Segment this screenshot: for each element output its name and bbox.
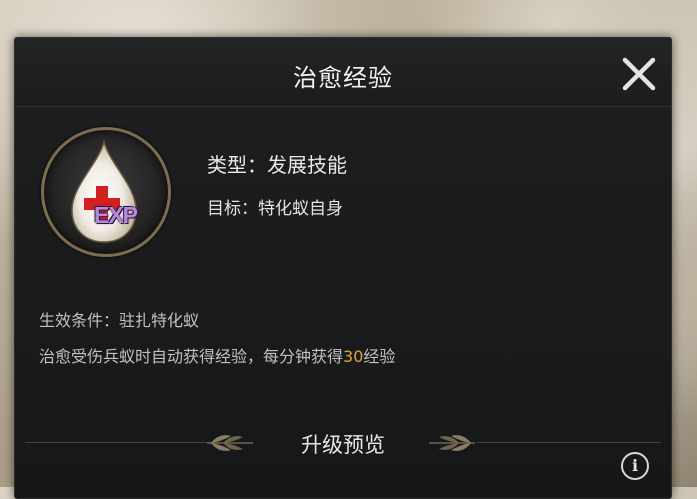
dialog-header: 治愈经验	[15, 38, 671, 107]
dialog-title: 治愈经验	[293, 64, 393, 92]
upgrade-preview-title: 升级预览	[301, 433, 385, 457]
info-button[interactable]: i	[621, 452, 649, 480]
divider-right	[477, 442, 661, 443]
exp-badge: EXP	[94, 202, 138, 228]
description-suffix: 经验	[363, 347, 396, 366]
effect-condition: 生效条件：驻扎特化蚁	[39, 311, 200, 330]
skill-icon: EXP	[41, 127, 171, 257]
skill-description: 治愈受伤兵蚁时自动获得经验，每分钟获得30经验	[39, 343, 395, 367]
skill-target: 目标：特化蚁自身	[207, 199, 343, 219]
laurel-right-icon	[429, 435, 475, 451]
exp-per-minute-value: 30	[343, 347, 364, 366]
skill-detail-dialog: 治愈经验 EXP 类型：发展技能 目标：特化蚁自身 生效条件：驻扎特化蚁 治愈受…	[14, 37, 672, 499]
skill-type: 类型：发展技能	[207, 153, 347, 177]
upgrade-preview-section: 升级预览	[15, 429, 671, 459]
close-icon	[622, 57, 656, 91]
description-text: 治愈受伤兵蚁时自动获得经验，每分钟获得	[39, 347, 344, 366]
close-button[interactable]	[619, 54, 659, 94]
healing-drop-icon	[71, 139, 137, 243]
info-icon: i	[631, 456, 639, 475]
